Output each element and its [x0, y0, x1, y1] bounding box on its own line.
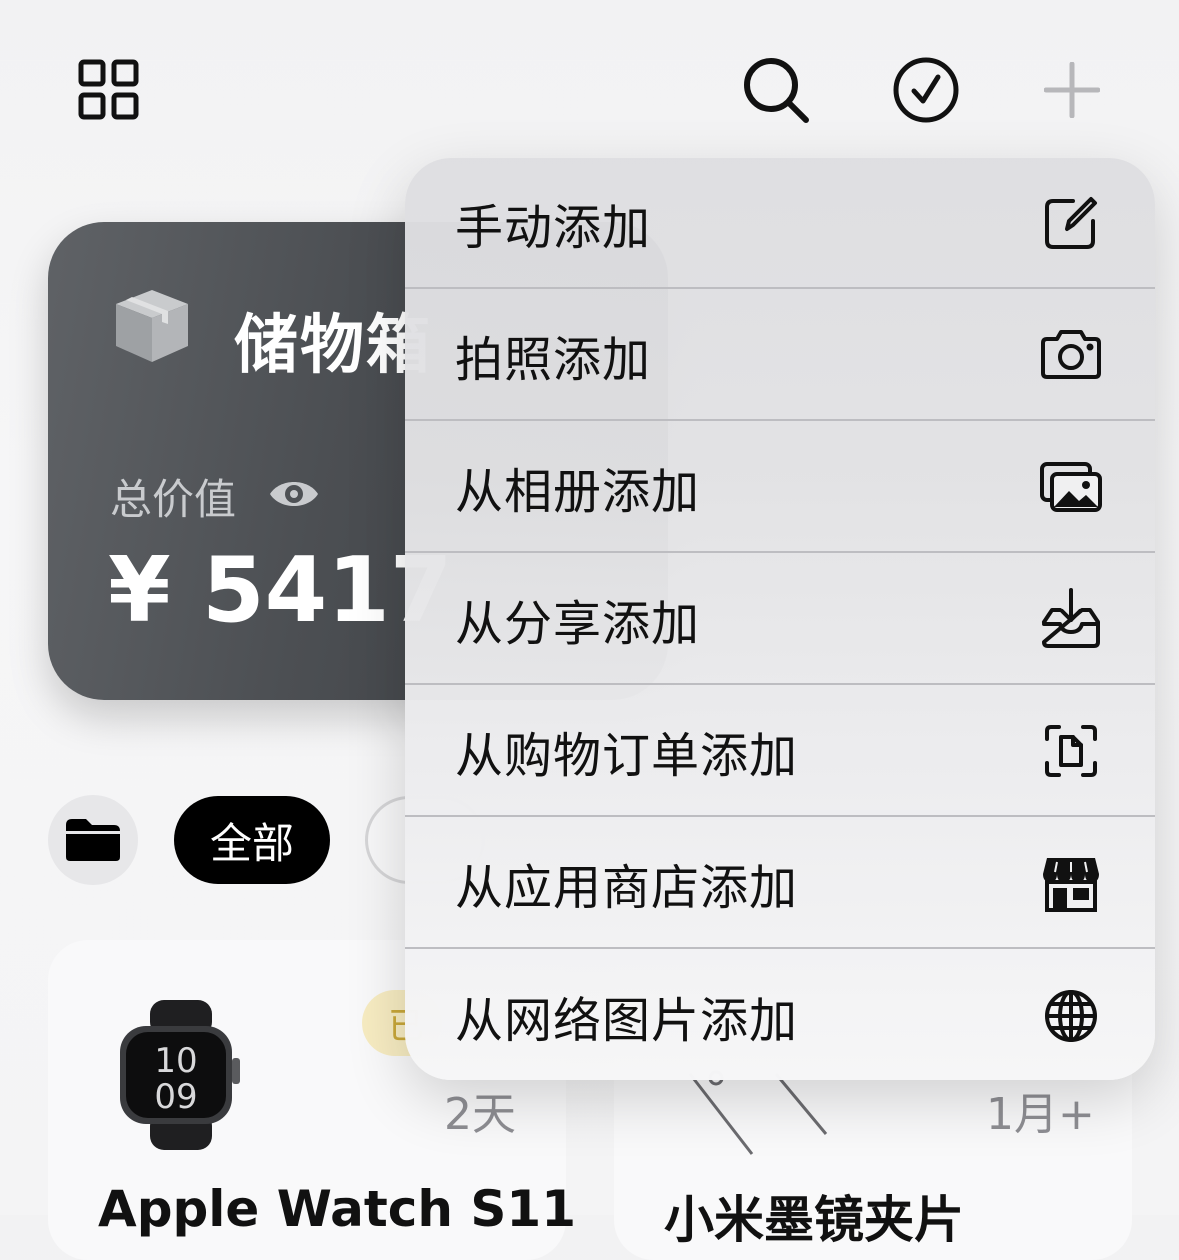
item-age: 2天: [444, 1089, 516, 1140]
menu-item-appstore-add[interactable]: 从应用商店添加: [405, 818, 1155, 949]
tray-download-icon: [1039, 587, 1103, 651]
total-value-label: 总价值: [110, 475, 237, 524]
checkmark-circle-icon[interactable]: [890, 54, 962, 126]
photos-icon: [1039, 455, 1103, 519]
storefront-icon: [1039, 851, 1103, 915]
svg-text:09: 09: [154, 1077, 197, 1117]
item-name: Apple Watch S11: [98, 1180, 576, 1238]
svg-text:10: 10: [154, 1041, 197, 1081]
menu-item-label: 从相册添加: [455, 463, 701, 520]
sunglasses-clip-image: [686, 1070, 836, 1165]
apple-watch-image: 10 09: [110, 1000, 250, 1155]
menu-item-manual-add[interactable]: 手动添加: [405, 158, 1155, 289]
camera-icon: [1039, 323, 1103, 387]
menu-item-label: 从应用商店添加: [455, 859, 799, 916]
menu-item-share-add[interactable]: 从分享添加: [405, 554, 1155, 685]
menu-item-web-image-add[interactable]: 从网络图片添加: [405, 950, 1155, 1080]
menu-item-label: 手动添加: [455, 199, 652, 256]
storage-title: 储物箱: [234, 309, 432, 383]
menu-item-album-add[interactable]: 从相册添加: [405, 422, 1155, 553]
menu-item-camera-add[interactable]: 拍照添加: [405, 290, 1155, 421]
menu-item-label: 拍照添加: [455, 331, 652, 388]
search-icon[interactable]: [740, 54, 812, 126]
folder-icon: [66, 819, 120, 861]
menu-item-label: 从网络图片添加: [455, 992, 799, 1049]
eye-icon[interactable]: [268, 472, 320, 521]
menu-item-label: 从购物订单添加: [455, 727, 799, 784]
item-name: 小米墨镜夹片: [664, 1191, 964, 1249]
menu-item-label: 从分享添加: [455, 595, 701, 652]
folder-filter-button[interactable]: [48, 795, 138, 885]
total-value: ¥ 5417: [108, 538, 453, 643]
plus-icon[interactable]: [1036, 54, 1108, 126]
edit-icon: [1039, 191, 1103, 255]
menu-item-order-add[interactable]: 从购物订单添加: [405, 686, 1155, 817]
grid-icon[interactable]: [73, 54, 145, 126]
item-age: 1月+: [986, 1089, 1095, 1140]
filter-all-chip[interactable]: 全部: [174, 796, 330, 884]
box-icon: [112, 286, 192, 371]
document-scan-icon: [1039, 719, 1103, 783]
globe-icon: [1039, 984, 1103, 1048]
add-item-menu: 手动添加 拍照添加 从相册添加 从分享添加 从购物订单添加 从应用商店添加 从网…: [405, 158, 1155, 1080]
